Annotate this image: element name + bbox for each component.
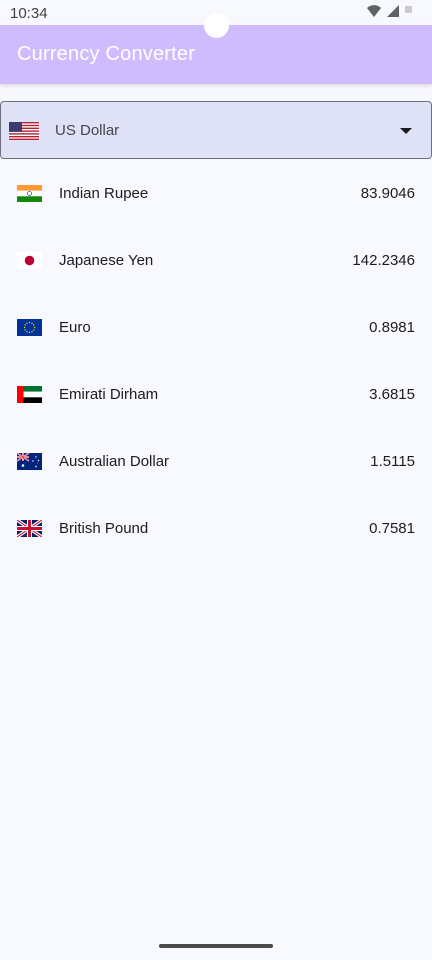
currency-name: Emirati Dirham xyxy=(59,386,159,403)
japan-flag-icon xyxy=(17,252,42,269)
india-flag-icon xyxy=(17,185,42,202)
currency-row-aud[interactable]: Australian Dollar 1.5115 xyxy=(0,428,432,495)
navigation-handle[interactable] xyxy=(159,944,273,948)
currency-row-inr[interactable]: Indian Rupee 83.9046 xyxy=(0,160,432,227)
currency-name: Australian Dollar xyxy=(59,453,170,470)
camera-cutout xyxy=(204,13,229,38)
currency-rate: 0.8981 xyxy=(369,319,415,336)
currency-rate: 3.6815 xyxy=(369,386,415,403)
base-currency-label: US Dollar xyxy=(55,122,120,139)
currency-rate: 1.5115 xyxy=(370,453,415,470)
status-time: 10:34 xyxy=(10,5,48,22)
uae-flag-icon xyxy=(17,386,42,403)
currency-name: Indian Rupee xyxy=(59,185,149,202)
wifi-icon xyxy=(367,5,381,17)
currency-rate: 83.9046 xyxy=(360,185,415,202)
australia-flag-icon xyxy=(17,453,42,470)
currency-row-aed[interactable]: Emirati Dirham 3.6815 xyxy=(0,361,432,428)
currency-row-eur[interactable]: Euro 0.8981 xyxy=(0,294,432,361)
base-currency-dropdown[interactable]: US Dollar xyxy=(0,101,432,159)
currency-name: British Pound xyxy=(59,520,149,537)
eu-flag-icon xyxy=(17,319,42,336)
status-icons xyxy=(367,5,412,17)
currency-name: Euro xyxy=(59,319,91,336)
signal-icon xyxy=(387,5,399,17)
currency-rate: 142.2346 xyxy=(352,252,415,269)
app-title: Currency Converter xyxy=(17,43,196,65)
currency-row-gbp[interactable]: British Pound 0.7581 xyxy=(0,495,432,562)
uk-flag-icon xyxy=(17,520,42,537)
dropdown-arrow-icon xyxy=(400,128,412,134)
currency-row-jpy[interactable]: Japanese Yen 142.2346 xyxy=(0,227,432,294)
currency-list: Indian Rupee 83.9046 Japanese Yen 142.23… xyxy=(0,160,432,562)
battery-icon xyxy=(405,6,412,13)
currency-name: Japanese Yen xyxy=(59,252,154,269)
us-flag-icon xyxy=(9,122,39,140)
screen: 10:34 Currency Converter US Dollar India… xyxy=(0,0,432,960)
currency-rate: 0.7581 xyxy=(369,520,415,537)
